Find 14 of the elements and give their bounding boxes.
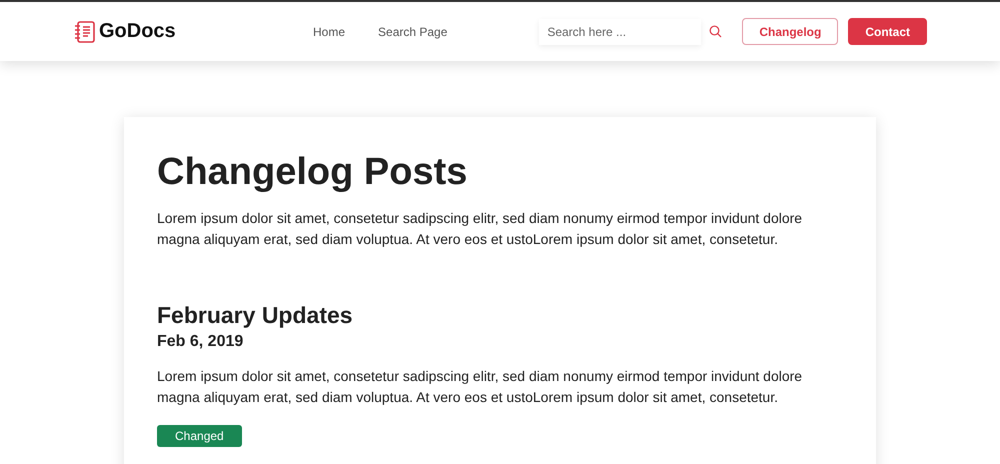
- intro-text: Lorem ipsum dolor sit amet, consetetur sadipscing elitr, sed diam nonumy eirmod tempor invidunt dolore magna aliquyam erat, sed diam voluptua. At vero eos et ustoLorem ipsum dolor sit amet, consetetur.: [157, 209, 804, 249]
- page-title: Changelog Posts: [157, 151, 468, 194]
- logo-text[interactable]: GoDocs: [99, 20, 176, 43]
- contact-button[interactable]: Contact: [848, 18, 927, 45]
- search-icon[interactable]: [709, 25, 722, 38]
- tag-badge: Changed: [157, 425, 242, 447]
- changelog-button[interactable]: Changelog: [742, 18, 838, 45]
- post-date: Feb 6, 2019: [157, 333, 244, 351]
- notebook-icon: [74, 20, 95, 42]
- post-title: February Updates: [157, 302, 354, 329]
- nav-link[interactable]: Home: [313, 24, 346, 38]
- nav-link[interactable]: Search Page: [378, 24, 448, 38]
- post-text: Lorem ipsum dolor sit amet, consetetur sadipscing elitr, sed diam nonumy eirmod tempor invidunt dolore magna aliquyam erat, sed diam voluptua. At vero eos et ustoLorem ipsum dolor sit amet, consetetur.: [157, 367, 804, 407]
- search-field[interactable]: Search here ...: [539, 18, 702, 44]
